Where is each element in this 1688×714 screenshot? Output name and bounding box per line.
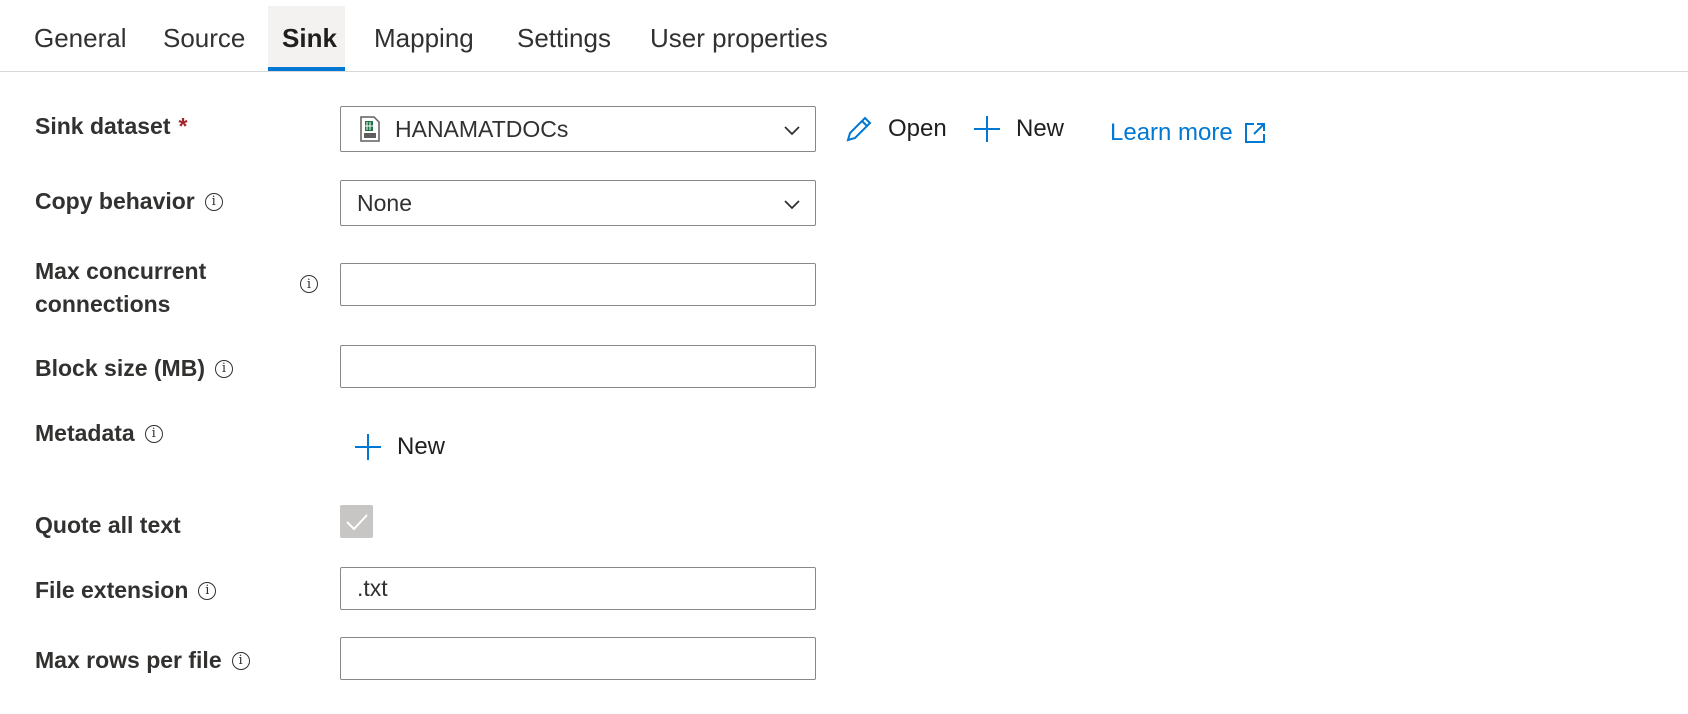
copy-behavior-value: None	[357, 189, 412, 216]
max-concurrent-label: Max concurrent connections	[35, 255, 206, 321]
max-concurrent-label-line2: connections	[35, 291, 171, 317]
csv-file-icon	[359, 116, 381, 142]
new-metadata-button-label: New	[397, 433, 446, 460]
chevron-down-icon	[784, 126, 800, 136]
quote-all-text-checkbox[interactable]	[340, 505, 373, 538]
file-extension-label-text: File extension	[35, 577, 189, 603]
info-icon[interactable]: i	[214, 359, 233, 378]
file-extension-value: .txt	[357, 575, 388, 601]
open-button[interactable]: Open	[844, 114, 947, 144]
sink-dataset-value: HANAMATDOCs	[395, 115, 569, 142]
tab-bar: General Source Sink Mapping Settings Use…	[0, 0, 1688, 72]
open-button-label: Open	[888, 115, 947, 142]
new-dataset-button-label: New	[1016, 115, 1065, 142]
max-concurrent-label-line1: Max concurrent	[35, 258, 207, 284]
block-size-label-text: Block size (MB)	[35, 355, 205, 381]
tab-general[interactable]: General	[20, 6, 141, 70]
quote-all-text-label-text: Quote all text	[35, 512, 181, 538]
info-icon[interactable]: i	[300, 275, 318, 293]
new-dataset-button[interactable]: New	[972, 114, 1064, 144]
tab-mapping[interactable]: Mapping	[360, 6, 488, 70]
tab-user-properties[interactable]: User properties	[636, 6, 842, 70]
max-rows-label-text: Max rows per file	[35, 647, 222, 673]
max-rows-input[interactable]	[340, 637, 816, 680]
plus-icon	[974, 116, 1000, 142]
info-icon[interactable]: i	[231, 651, 250, 670]
copy-behavior-dropdown[interactable]: None	[340, 180, 816, 226]
tab-source[interactable]: Source	[149, 6, 259, 70]
learn-more-text: Learn more	[1110, 119, 1233, 146]
pencil-icon	[846, 116, 872, 142]
info-icon[interactable]: i	[198, 581, 217, 600]
sink-dataset-label: Sink dataset *	[35, 113, 187, 140]
plus-icon	[355, 434, 381, 460]
block-size-label: Block size (MB) i	[35, 355, 233, 382]
external-link-icon	[1244, 123, 1265, 143]
quote-all-text-label: Quote all text	[35, 512, 181, 539]
sink-dataset-label-text: Sink dataset	[35, 113, 171, 139]
file-extension-label: File extension i	[35, 577, 217, 604]
metadata-label-text: Metadata	[35, 420, 135, 446]
metadata-label: Metadata i	[35, 420, 163, 447]
copy-behavior-label: Copy behavior i	[35, 188, 223, 215]
sink-dataset-dropdown[interactable]: HANAMATDOCs	[340, 106, 816, 152]
block-size-input[interactable]	[340, 345, 816, 388]
chevron-down-icon	[784, 200, 800, 210]
new-metadata-button[interactable]: New	[353, 432, 445, 462]
file-extension-input[interactable]: .txt	[340, 567, 816, 610]
info-icon[interactable]: i	[204, 192, 223, 211]
checkmark-icon	[345, 513, 368, 530]
max-concurrent-input[interactable]	[340, 263, 816, 306]
copy-behavior-label-text: Copy behavior	[35, 188, 195, 214]
learn-more-link[interactable]: Learn more	[1110, 119, 1267, 147]
tab-settings[interactable]: Settings	[503, 6, 625, 70]
required-marker: *	[178, 113, 188, 139]
info-icon[interactable]: i	[144, 424, 163, 443]
max-rows-label: Max rows per file i	[35, 647, 250, 674]
tab-sink[interactable]: Sink	[268, 6, 345, 71]
